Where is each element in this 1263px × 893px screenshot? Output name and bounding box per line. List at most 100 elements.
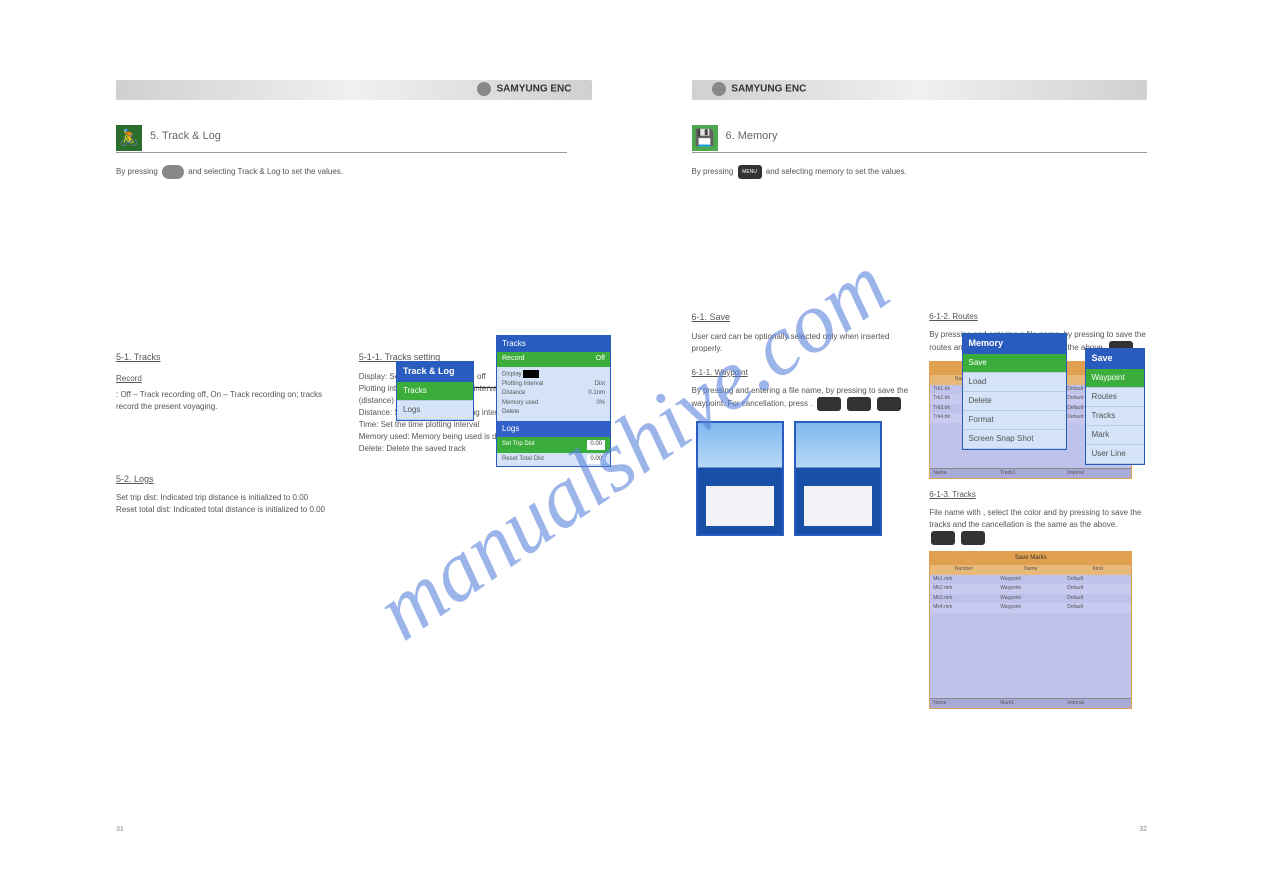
content-left: By pressing and selecting Track & Log to… (116, 165, 572, 522)
record-value: Off (596, 354, 605, 365)
t2-r0[interactable]: Mk1.mrkWaypointDefault (930, 575, 1131, 585)
intro-r-2: and selecting memory to set the values. (766, 167, 907, 176)
s52-text: Set trip dist: Indicated trip distance i… (116, 492, 572, 516)
intro-left: By pressing and selecting Track & Log to… (116, 165, 572, 179)
s613-text: File name with , select the color and by… (929, 507, 1147, 545)
page-num-right: 32 (1139, 826, 1147, 833)
s613-title: 6-1-3. Tracks (929, 489, 1147, 501)
tracks-panel-title: Tracks (497, 336, 610, 352)
save-routes[interactable]: Routes (1086, 388, 1144, 407)
memory-menu-title: Memory (963, 334, 1066, 354)
display-label: Display (502, 371, 522, 377)
memory-icon: 💾 (692, 125, 718, 151)
save-tracks[interactable]: Tracks (1086, 407, 1144, 426)
section-title-left: 5. Track & Log (150, 130, 221, 142)
s61-left-col: 6-1. Save User card can be optionally se… (692, 299, 910, 709)
memory-label: Memory used (502, 400, 538, 406)
page-left: SAMYUNG ENC 🚴 5. Track & Log By pressing… (0, 0, 632, 893)
memory-menu-format[interactable]: Format (963, 411, 1066, 430)
memory-value: 0% (596, 399, 605, 409)
s611-body: By pressing and entering a file name, by… (692, 386, 909, 408)
memory-menu-save[interactable]: Save (963, 354, 1066, 373)
memory-menu-snapshot[interactable]: Screen Snap Shot (963, 430, 1066, 449)
t2-r2[interactable]: Mk3.mrkWaypointDefault (930, 594, 1131, 604)
save-waypoint[interactable]: Waypoint (1086, 369, 1144, 388)
brand-text-r: SAMYUNG ENC (731, 84, 806, 95)
brand-left: SAMYUNG ENC (477, 82, 572, 96)
plot-interval-value: Dist (595, 380, 605, 390)
screenshot-waypoint-1 (696, 421, 784, 536)
t2-r3[interactable]: Mk4.mrkWaypointDefault (930, 603, 1131, 613)
brand-right: SAMYUNG ENC (712, 82, 807, 96)
s611-title: 6-1-1. Waypoint (692, 367, 910, 379)
tracks-body: Display Plotting Interval Dist Distance … (497, 367, 610, 422)
logs-body: Set Trip Dist 0.00 (497, 437, 610, 453)
esc-button-icon (877, 397, 901, 411)
intro-r-1: By pressing (692, 167, 734, 176)
brand-logo-icon-r (712, 82, 726, 96)
s611-text: By pressing and entering a file name, by… (692, 385, 910, 411)
enter-button-icon-4 (931, 531, 955, 545)
memory-menu: Memory Save Load Delete Format Screen Sn… (962, 333, 1067, 450)
plot-interval-label: Plotting Interval (502, 381, 543, 387)
record-label: Record (502, 355, 525, 362)
t2-col2: Kind (1064, 565, 1131, 575)
s613-body: File name with , select the color and by… (929, 508, 1141, 529)
s52-title: 5-2. Logs (116, 473, 572, 487)
enter-button-icon-1 (817, 397, 841, 411)
menu-item-tracks[interactable]: Tracks (397, 382, 473, 401)
save-menu-title: Save (1086, 349, 1144, 369)
t2-foot: NameMark1Internal (930, 698, 1131, 709)
save-userline[interactable]: User Line (1086, 445, 1144, 464)
connector-line (474, 387, 496, 388)
s51-record: Record (116, 373, 329, 385)
trip-dist-label: Set Trip Dist (502, 441, 535, 447)
table2-cols: Number Name Kind (930, 565, 1131, 575)
section-underline-left (116, 152, 567, 153)
page-num-left: 31 (116, 826, 124, 833)
s61-title: 6-1. Save (692, 311, 910, 325)
t2-empty (930, 613, 1131, 698)
total-dist-value: 0.00 (587, 455, 605, 465)
intro-text-2: and selecting Track & Log to set the val… (188, 167, 343, 176)
track-log-menu-title: Track & Log (397, 362, 473, 382)
distance-label: Distance (502, 390, 525, 396)
brand-text: SAMYUNG ENC (496, 84, 571, 95)
s51-record-text: : Off – Track recording off, On – Track … (116, 389, 329, 413)
memory-menu-load[interactable]: Load (963, 373, 1066, 392)
track-log-icon: 🚴 (116, 125, 142, 151)
track-log-menu: Track & Log Tracks Logs (396, 361, 474, 421)
tracks-record-row: Record Off (497, 352, 610, 367)
trip-dist-value: 0.00 (587, 440, 605, 450)
section-title-right: 6. Memory (726, 130, 778, 142)
total-dist-label: Reset Total Dist (502, 456, 544, 462)
t2-r1[interactable]: Mk2.mrkWaypointDefault (930, 584, 1131, 594)
col-51: 5-1. Tracks Record : Off – Track recordi… (116, 339, 329, 461)
s61-row: 6-1. Save User card can be optionally se… (692, 299, 1148, 709)
tracks-detail-panel: Tracks Record Off Display Plotting Inter… (496, 335, 611, 467)
save-submenu: Save Waypoint Routes Tracks Mark User Li… (1085, 348, 1145, 465)
brand-logo-icon (477, 82, 491, 96)
content-right: By pressing MENU and selecting memory to… (692, 165, 1148, 709)
logs-body-2: Reset Total Dist 0.00 (497, 453, 610, 467)
t2-col1: Name (997, 565, 1064, 575)
enter-button-icon-2 (847, 397, 871, 411)
enter-button-icon-5 (961, 531, 985, 545)
t1-foot: NameTrack1Internal (930, 468, 1131, 479)
intro-text-1: By pressing (116, 167, 158, 176)
logs-panel-title: Logs (497, 421, 610, 437)
screenshots-row (692, 417, 910, 544)
menu-item-logs[interactable]: Logs (397, 401, 473, 420)
save-mark[interactable]: Mark (1086, 426, 1144, 445)
menu-button-icon: MENU (738, 165, 762, 179)
t2-col0: Number (930, 565, 997, 575)
memory-menu-delete[interactable]: Delete (963, 392, 1066, 411)
save-marks-table: Save Marks Number Name Kind Mk1.mrkWaypo… (929, 551, 1132, 709)
manual-spread: SAMYUNG ENC 🚴 5. Track & Log By pressing… (0, 0, 1263, 893)
page-right: SAMYUNG ENC 💾 6. Memory By pressing MENU… (632, 0, 1263, 893)
delete-label[interactable]: Delete (502, 408, 605, 418)
s61-note: User card can be optionally selected onl… (692, 331, 910, 355)
s51-title: 5-1. Tracks (116, 351, 329, 365)
distance-value: 0.1nm (588, 389, 605, 399)
s612-title: 6-1-2. Routes (929, 311, 1147, 323)
